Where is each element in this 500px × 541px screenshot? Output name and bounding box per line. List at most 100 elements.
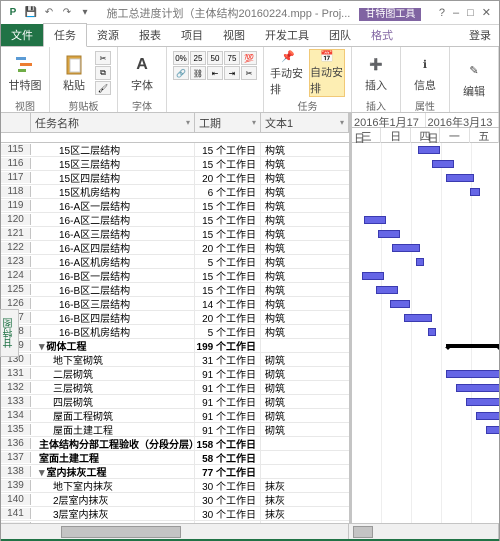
task-name-cell[interactable]: 15区四层结构 <box>31 170 195 185</box>
tab-team[interactable]: 团队 <box>319 24 361 46</box>
task-name-cell[interactable]: 16-B区一层结构 <box>31 268 195 283</box>
text1-cell[interactable]: 构筑 <box>261 198 349 213</box>
qat-more-icon[interactable]: ▾ <box>77 5 93 21</box>
tab-task[interactable]: 任务 <box>43 23 87 47</box>
table-row[interactable]: 12116-A区三层结构15 个工作日构筑 <box>1 227 349 241</box>
table-row[interactable]: 11715区四层结构20 个工作日构筑 <box>1 171 349 185</box>
dropdown-icon[interactable]: ▾ <box>186 118 190 127</box>
table-row[interactable]: 12516-B区二层结构15 个工作日构筑 <box>1 283 349 297</box>
pct-0-icon[interactable]: 0% <box>173 51 189 65</box>
text1-cell[interactable]: 砌筑 <box>261 408 349 423</box>
text1-cell[interactable]: 砌筑 <box>261 380 349 395</box>
duration-cell[interactable]: 58 个工作日 <box>195 450 261 465</box>
duration-cell[interactable]: 77 个工作日 <box>195 464 261 479</box>
link-icon[interactable]: 🔗 <box>173 66 189 80</box>
gantt-bar[interactable] <box>416 258 424 266</box>
info-button[interactable]: ℹ 信息 <box>407 49 443 97</box>
duration-cell[interactable]: 5 个工作日 <box>195 324 261 339</box>
table-row[interactable]: 11815区机房结构6 个工作日构筑 <box>1 185 349 199</box>
scrollbar-thumb[interactable] <box>353 526 373 538</box>
format-painter-icon[interactable]: 🖌 <box>95 81 111 95</box>
tab-resource[interactable]: 资源 <box>87 24 129 46</box>
pct-25-icon[interactable]: 25 <box>190 51 206 65</box>
task-name-cell[interactable]: 地下室砌筑 <box>31 352 195 367</box>
text1-cell[interactable]: 构筑 <box>261 282 349 297</box>
task-name-cell[interactable]: 16-A区三层结构 <box>31 226 195 241</box>
table-row[interactable]: 136主体结构分部工程验收（分段分层）158 个工作日 <box>1 437 349 451</box>
task-name-cell[interactable]: 15区二层结构 <box>31 143 195 157</box>
gantt-bar[interactable] <box>470 188 480 196</box>
task-name-cell[interactable]: 屋面土建工程 <box>31 422 195 437</box>
duration-cell[interactable]: 20 个工作日 <box>195 170 261 185</box>
insert-button[interactable]: ➕ 插入 <box>358 49 394 97</box>
side-label[interactable]: 甘特图 <box>0 309 19 357</box>
duration-cell[interactable]: 91 个工作日 <box>195 380 261 395</box>
task-name-cell[interactable]: 4层室内抹灰 <box>31 520 195 523</box>
table-row[interactable]: 133四层砌筑91 个工作日砌筑 <box>1 395 349 409</box>
dropdown-icon[interactable]: ▾ <box>340 118 344 127</box>
pct-50-icon[interactable]: 50 <box>207 51 223 65</box>
task-name-cell[interactable]: 地下室内抹灰 <box>31 478 195 493</box>
dropdown-icon[interactable]: ▾ <box>252 118 256 127</box>
gantt-bar[interactable] <box>428 328 436 336</box>
task-name-cell[interactable]: 16-B区四层结构 <box>31 310 195 325</box>
tab-view[interactable]: 视图 <box>213 24 255 46</box>
unlink-icon[interactable]: ⛓ <box>190 66 206 80</box>
task-name-cell[interactable]: 主体结构分部工程验收（分段分层） <box>31 436 195 451</box>
duration-cell[interactable]: 15 个工作日 <box>195 282 261 297</box>
help-icon[interactable]: ? <box>439 7 445 19</box>
table-row[interactable]: 12816-B区机房结构5 个工作日构筑 <box>1 325 349 339</box>
pct-75-icon[interactable]: 75 <box>224 51 240 65</box>
gantt-bar[interactable] <box>476 412 499 420</box>
maximize-icon[interactable]: □ <box>467 7 474 19</box>
manual-schedule-button[interactable]: 📌 手动安排 <box>270 49 306 97</box>
split-icon[interactable]: ✂ <box>241 66 257 80</box>
table-row[interactable]: 135屋面土建工程91 个工作日砌筑 <box>1 423 349 437</box>
task-name-cell[interactable]: 屋面工程砌筑 <box>31 408 195 423</box>
gantt-bar[interactable] <box>432 160 454 168</box>
duration-cell[interactable]: 30 个工作日 <box>195 478 261 493</box>
duration-cell[interactable]: 31 个工作日 <box>195 352 261 367</box>
gantt-summary-bar[interactable] <box>446 344 499 348</box>
table-row[interactable]: 137室面土建工程58 个工作日 <box>1 451 349 465</box>
duration-cell[interactable]: 14 个工作日 <box>195 296 261 311</box>
outdent-icon[interactable]: ⇤ <box>207 66 223 80</box>
close-icon[interactable]: ✕ <box>482 6 491 19</box>
duration-cell[interactable]: 6 个工作日 <box>195 184 261 199</box>
duration-cell[interactable]: 15 个工作日 <box>195 268 261 283</box>
text1-cell[interactable]: 构筑 <box>261 184 349 199</box>
gantt-chart[interactable] <box>352 143 499 523</box>
tab-developer[interactable]: 开发工具 <box>255 24 319 46</box>
table-row[interactable]: 130地下室砌筑31 个工作日砌筑 <box>1 353 349 367</box>
gantt-bar[interactable] <box>418 146 440 154</box>
task-name-cell[interactable]: 16-B区机房结构 <box>31 324 195 339</box>
task-name-cell[interactable]: ▾砌体工程 <box>31 338 195 353</box>
gantt-bar[interactable] <box>376 286 398 294</box>
text1-cell[interactable]: 构筑 <box>261 170 349 185</box>
text1-cell[interactable]: 构筑 <box>261 212 349 227</box>
text1-cell[interactable]: 构筑 <box>261 310 349 325</box>
task-name-cell[interactable]: 二层砌筑 <box>31 366 195 381</box>
table-row[interactable]: 134屋面工程砌筑91 个工作日砌筑 <box>1 409 349 423</box>
task-name-cell[interactable]: ▾室内抹灰工程 <box>31 464 195 479</box>
duration-cell[interactable]: 15 个工作日 <box>195 212 261 227</box>
minimize-icon[interactable]: – <box>453 7 459 19</box>
tab-project[interactable]: 项目 <box>171 24 213 46</box>
table-row[interactable]: 1413层室内抹灰30 个工作日抹灰 <box>1 507 349 521</box>
paste-button[interactable]: 粘贴 <box>56 49 92 97</box>
table-row[interactable]: 12616-B区三层结构14 个工作日构筑 <box>1 297 349 311</box>
gantt-bar[interactable] <box>466 398 499 406</box>
table-row[interactable]: 12716-B区四层结构20 个工作日构筑 <box>1 311 349 325</box>
pct-100-icon[interactable]: 💯 <box>241 51 257 65</box>
duration-cell[interactable]: 15 个工作日 <box>195 143 261 157</box>
task-name-cell[interactable]: 16-B区三层结构 <box>31 296 195 311</box>
text1-cell[interactable]: 构筑 <box>261 268 349 283</box>
text1-cell[interactable]: 构筑 <box>261 324 349 339</box>
gantt-bar[interactable] <box>486 426 499 434</box>
duration-cell[interactable]: 30 个工作日 <box>195 520 261 523</box>
duration-cell[interactable]: 91 个工作日 <box>195 366 261 381</box>
table-row[interactable]: 139地下室内抹灰30 个工作日抹灰 <box>1 479 349 493</box>
task-name-cell[interactable]: 15区机房结构 <box>31 184 195 199</box>
text1-cell[interactable]: 砌筑 <box>261 352 349 367</box>
task-name-cell[interactable]: 3层室内抹灰 <box>31 506 195 521</box>
